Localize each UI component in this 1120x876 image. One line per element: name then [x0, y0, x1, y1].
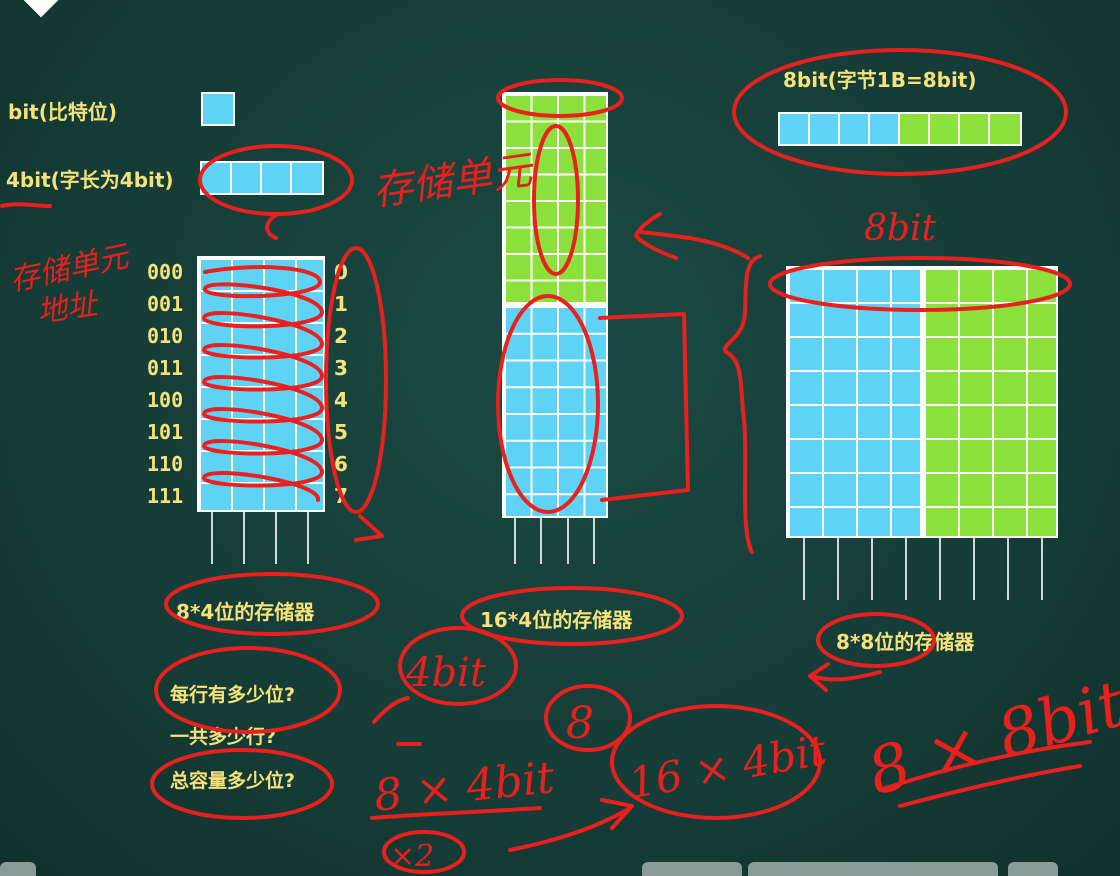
memory-16x4-green-half: [502, 92, 608, 304]
bottom-toolbar-button-3[interactable]: [1008, 862, 1058, 876]
index-4: 4: [334, 388, 348, 412]
bottom-toolbar-left[interactable]: [0, 862, 36, 876]
address-000: 000: [147, 260, 184, 284]
index-2: 2: [334, 324, 348, 348]
memory-8x4-caption: 8*4位的存储器: [176, 600, 315, 624]
address-100: 100: [147, 388, 184, 412]
index-0: 0: [334, 260, 348, 284]
bit-label: bit(比特位): [8, 100, 118, 124]
address-011: 011: [147, 356, 184, 380]
memory-8x4-grid: [197, 256, 325, 512]
memory-8x8-blue-half: [786, 266, 922, 538]
index-6: 6: [334, 452, 348, 476]
address-001: 001: [147, 292, 184, 316]
memory-16x4-blue-half: [502, 304, 608, 518]
bottom-toolbar-button-2[interactable]: [748, 862, 998, 876]
address-010: 010: [147, 324, 184, 348]
4bit-label: 4bit(字长为4bit): [6, 168, 174, 192]
memory-8x8-caption: 8*8位的存储器: [836, 630, 975, 654]
bottom-toolbar-button-1[interactable]: [642, 862, 742, 876]
single-bit-cell: [201, 92, 235, 126]
index-5: 5: [334, 420, 348, 444]
question-bits-per-row: 每行有多少位?: [170, 684, 296, 706]
8bit-label: 8bit(字节1B=8bit): [783, 68, 977, 92]
question-total-capacity: 总容量多少位?: [170, 770, 296, 792]
address-111: 111: [147, 484, 184, 508]
index-1: 1: [334, 292, 348, 316]
index-3: 3: [334, 356, 348, 380]
index-7: 7: [334, 484, 348, 508]
memory-8x8-green-half: [922, 266, 1058, 538]
address-101: 101: [147, 420, 184, 444]
memory-16x4-caption: 16*4位的存储器: [480, 608, 633, 632]
question-row-count: 一共多少行?: [170, 726, 277, 748]
address-110: 110: [147, 452, 184, 476]
